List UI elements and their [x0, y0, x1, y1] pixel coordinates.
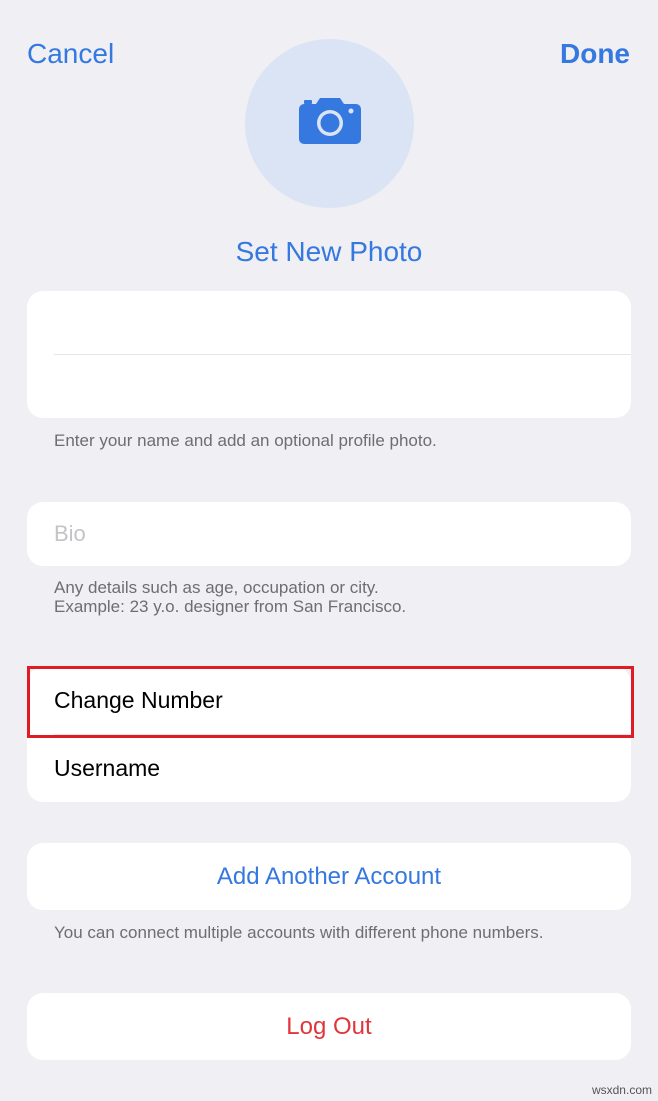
last-name-field[interactable]	[27, 355, 631, 418]
log-out-button[interactable]: Log Out	[27, 993, 631, 1060]
profile-photo-button[interactable]	[245, 39, 414, 208]
first-name-field[interactable]	[27, 291, 631, 354]
cancel-button[interactable]: Cancel	[27, 38, 114, 70]
add-account-card: Add Another Account	[27, 843, 631, 910]
bio-hint-line1: Any details such as age, occupation or c…	[54, 578, 379, 597]
bio-card	[27, 502, 631, 566]
add-another-account-button[interactable]: Add Another Account	[27, 843, 631, 910]
logout-card: Log Out	[27, 993, 631, 1060]
account-settings-list: Change Number Username	[27, 667, 631, 802]
change-number-label: Change Number	[54, 687, 223, 713]
bio-hint-line2: Example: 23 y.o. designer from San Franc…	[54, 597, 407, 616]
username-label: Username	[54, 755, 161, 781]
change-number-item[interactable]: Change Number	[27, 667, 631, 734]
bio-input[interactable]	[54, 502, 614, 566]
name-hint: Enter your name and add an optional prof…	[54, 431, 437, 450]
name-card	[27, 291, 631, 418]
username-item[interactable]: Username	[27, 735, 631, 802]
camera-icon	[298, 96, 362, 151]
set-new-photo-button[interactable]: Set New Photo	[0, 236, 658, 268]
done-button[interactable]: Done	[560, 38, 630, 70]
watermark: wsxdn.com	[591, 1083, 652, 1097]
add-account-hint: You can connect multiple accounts with d…	[54, 923, 544, 942]
